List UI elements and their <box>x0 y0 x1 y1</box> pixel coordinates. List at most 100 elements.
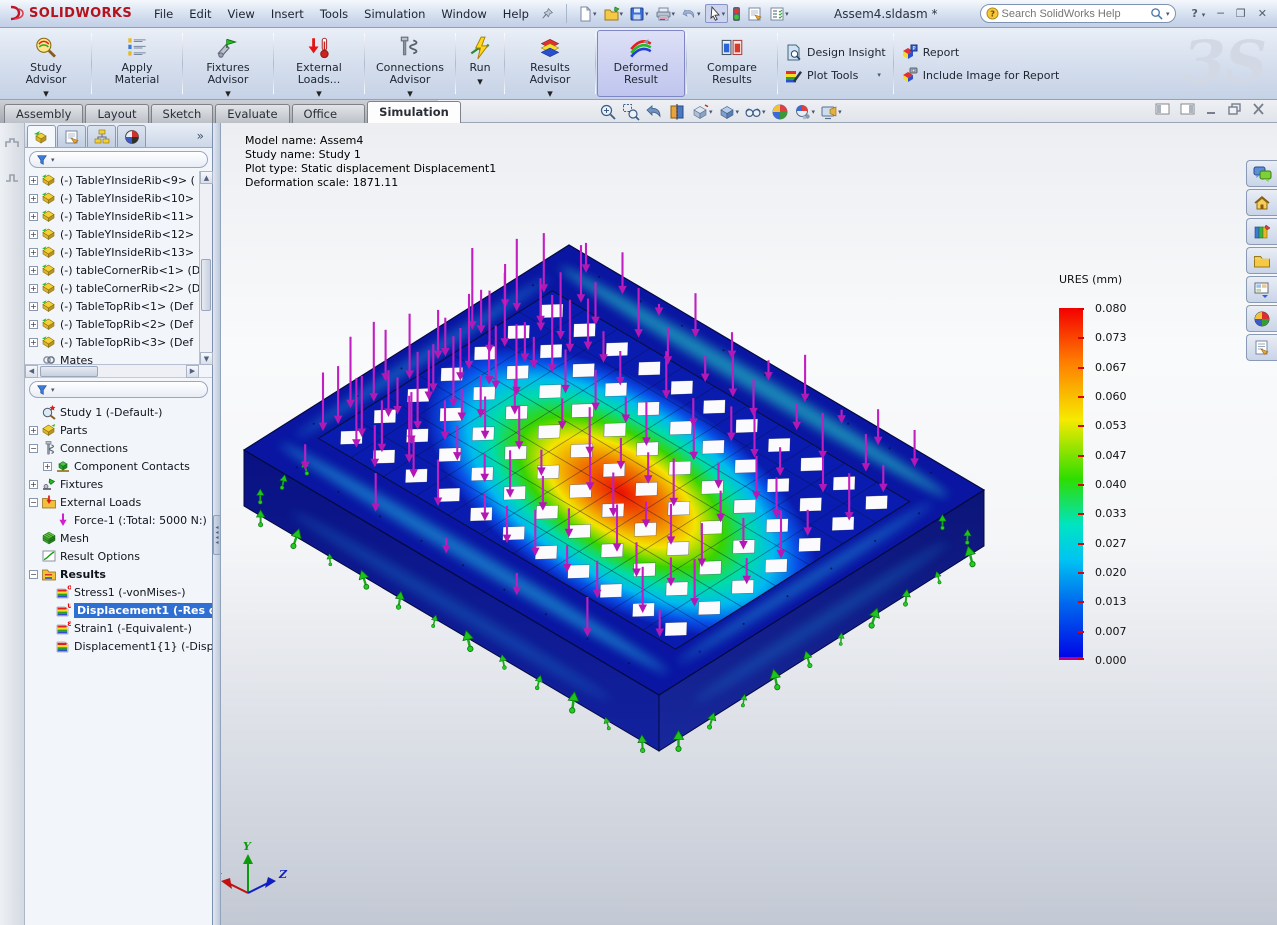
tree-expander[interactable]: + <box>29 176 38 185</box>
tab-assembly[interactable]: Assembly <box>4 104 83 123</box>
print-button[interactable]: ▾ <box>653 5 678 23</box>
feature-tree-item[interactable]: +(-) TableYInsideRib<13> <box>25 243 199 261</box>
study-tree-item[interactable]: Result Options <box>25 547 212 565</box>
menu-simulation[interactable]: Simulation <box>356 1 433 27</box>
tree-expander[interactable]: − <box>29 570 38 579</box>
feature-tree-item[interactable]: +(-) TableYInsideRib<11> <box>25 207 199 225</box>
ribbon-button-plot-tools[interactable]: Plot Tools▾ <box>785 67 886 84</box>
minimize-document-button[interactable] <box>1205 103 1218 118</box>
graphics-viewport[interactable]: XYZ Model name: Assem4Study name: Study … <box>221 123 1277 925</box>
ribbon-button-include-image-for-report[interactable]: Include Image for Report <box>901 67 1060 84</box>
scroll-thumb[interactable] <box>201 259 211 311</box>
tree-expander[interactable]: + <box>29 426 38 435</box>
ribbon-button-run[interactable]: Run▾ <box>457 30 503 97</box>
ribbon-button-report[interactable]: PReport <box>901 44 1060 61</box>
minimize-button[interactable]: ─ <box>1217 7 1224 20</box>
tree-expander[interactable]: + <box>29 230 38 239</box>
filter-caret[interactable]: ▾ <box>51 156 55 164</box>
feature-tree-item[interactable]: +(-) TableTopRib<1> (Def <box>25 297 199 315</box>
scroll-left-button[interactable]: ◀ <box>25 365 38 378</box>
task-pane-design-library[interactable] <box>1246 218 1277 245</box>
menu-insert[interactable]: Insert <box>263 1 312 27</box>
scroll-right-button[interactable]: ▶ <box>186 365 199 378</box>
feature-tree-item[interactable]: +(-) tableCornerRib<2> (D <box>25 279 199 297</box>
task-pane-home[interactable] <box>1246 189 1277 216</box>
feature-tree-item[interactable]: +(-) TableYInsideRib<10> <box>25 189 199 207</box>
view-orientation-button[interactable]: ▾ <box>690 103 714 121</box>
display-style-button[interactable]: ▾ <box>717 103 741 121</box>
feature-tree-item[interactable]: +(-) TableYInsideRib<12> <box>25 225 199 243</box>
tree-expander[interactable]: + <box>29 194 38 203</box>
undo-button[interactable]: ▾ <box>679 5 703 23</box>
tree-expander[interactable]: + <box>29 212 38 221</box>
tree-expander[interactable]: − <box>29 444 38 453</box>
panel-expand-chevron[interactable]: » <box>197 129 210 147</box>
menu-help[interactable]: Help <box>495 1 537 27</box>
study-tree-item[interactable]: +Fixtures <box>25 475 212 493</box>
task-pane-file-explorer[interactable] <box>1246 247 1277 274</box>
feature-tree-item[interactable]: +(-) tableCornerRib<1> (D <box>25 261 199 279</box>
ribbon-button-external-loads[interactable]: External Loads...▾ <box>275 30 363 97</box>
task-pane-custom-properties[interactable] <box>1246 334 1277 361</box>
tab-office-products[interactable]: Office Products <box>292 104 366 123</box>
study-tree-item[interactable]: Study 1 (-Default-) <box>25 403 212 421</box>
ribbon-button-results-advisor[interactable]: Results Advisor▾ <box>506 30 594 97</box>
study-tree-item[interactable]: +Parts <box>25 421 212 439</box>
menu-file[interactable]: File <box>146 1 181 27</box>
task-pane-view-palette[interactable] <box>1246 276 1277 303</box>
scroll-up-button[interactable]: ▲ <box>200 171 213 184</box>
tab-sketch[interactable]: Sketch <box>151 104 214 123</box>
help-search[interactable]: ? ▾ <box>980 4 1176 23</box>
ribbon-button-study-advisor[interactable]: Study Advisor▾ <box>2 30 90 97</box>
study-tree-item[interactable]: σStress1 (-vonMises-) <box>25 583 212 601</box>
ribbon-button-design-insight[interactable]: Design Insight <box>785 44 886 61</box>
restore-document-button[interactable] <box>1228 103 1242 118</box>
tree-expander[interactable]: + <box>43 462 52 471</box>
study-tree-filter[interactable]: ▾ <box>29 381 208 398</box>
feature-tree-item[interactable]: +(-) TableTopRib<3> (Def <box>25 333 199 351</box>
apply-scene-button[interactable] <box>770 103 790 121</box>
close-button[interactable]: ✕ <box>1258 7 1267 20</box>
help-button[interactable]: ? ▾ <box>1192 7 1206 20</box>
tree-expander[interactable]: + <box>29 248 38 257</box>
scroll-thumb[interactable] <box>40 366 98 377</box>
scroll-down-button[interactable]: ▼ <box>200 352 213 365</box>
task-pane-comments[interactable] <box>1246 160 1277 187</box>
file-properties-button[interactable] <box>745 5 765 23</box>
feature-tree-item[interactable]: Mates <box>25 351 199 365</box>
section-view-button[interactable] <box>667 103 687 121</box>
tree-expander[interactable]: + <box>29 266 38 275</box>
tree-expander[interactable]: + <box>29 302 38 311</box>
zoom-fit-button[interactable] <box>598 103 618 121</box>
feature-tree-item[interactable]: +(-) TableYInsideRib<9> ( <box>25 171 199 189</box>
tree-expander[interactable]: + <box>29 480 38 489</box>
menu-edit[interactable]: Edit <box>181 1 219 27</box>
performance-pipeline-button[interactable] <box>730 5 743 23</box>
study-tree-item[interactable]: −Connections <box>25 439 212 457</box>
pushpin-icon[interactable] <box>541 7 554 20</box>
tab-configuration-manager[interactable] <box>87 125 116 147</box>
close-document-button[interactable] <box>1252 103 1265 118</box>
tab-property-manager[interactable] <box>57 125 86 147</box>
view-settings-button[interactable]: ▾ <box>793 103 817 121</box>
tab-simulation[interactable]: Simulation <box>367 101 461 123</box>
feature-tool-button[interactable] <box>4 135 20 154</box>
menu-tools[interactable]: Tools <box>312 1 356 27</box>
search-magnifier-icon[interactable] <box>1150 7 1163 20</box>
feature-tree-item[interactable]: +(-) TableTopRib<2> (Def <box>25 315 199 333</box>
study-tree-item[interactable]: uDisplacement1 (-Res di <box>25 601 212 619</box>
select-button[interactable]: ▾ <box>705 4 729 23</box>
tree-expander[interactable]: + <box>29 320 38 329</box>
filter-caret[interactable]: ▾ <box>51 386 55 394</box>
study-tree-item[interactable]: −External Loads <box>25 493 212 511</box>
feature-tree-horizontal-scrollbar[interactable]: ◀ ▶ <box>25 364 199 377</box>
menu-window[interactable]: Window <box>433 1 494 27</box>
search-options-caret[interactable]: ▾ <box>1166 10 1170 18</box>
study-tree-item[interactable]: −Results <box>25 565 212 583</box>
zoom-to-area-button[interactable] <box>621 103 641 121</box>
pane-right-button[interactable] <box>1180 103 1195 118</box>
menu-view[interactable]: View <box>220 1 263 27</box>
restore-button[interactable]: ❐ <box>1236 7 1246 20</box>
hide-show-items-button[interactable]: ▾ <box>743 103 767 121</box>
tab-display-manager[interactable] <box>117 125 146 147</box>
